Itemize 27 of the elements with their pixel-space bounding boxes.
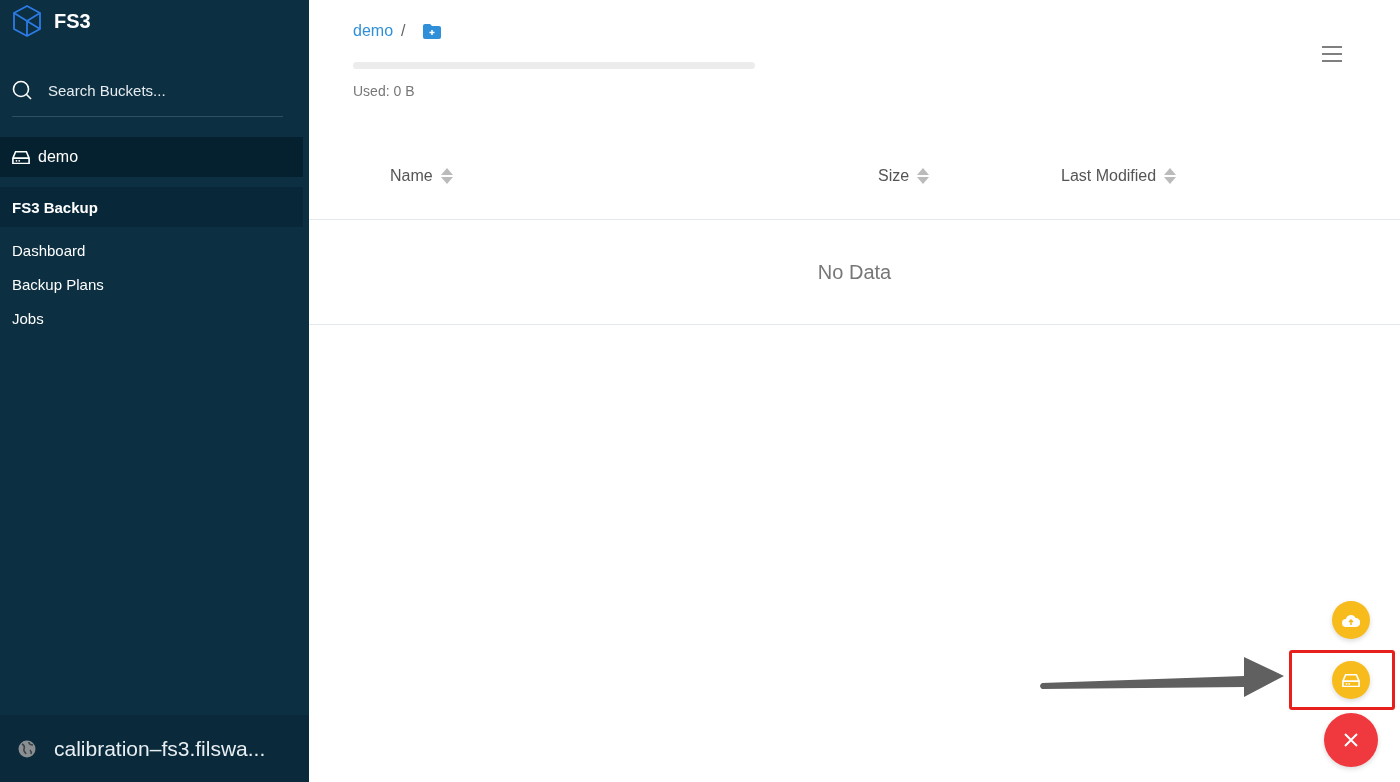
bucket-label: demo xyxy=(38,148,79,166)
column-header[interactable]: Last Modified xyxy=(1061,167,1157,185)
sort-icon[interactable] xyxy=(440,167,453,185)
app-logo-text: FS3 xyxy=(54,9,91,33)
sort-icon[interactable] xyxy=(1164,167,1177,185)
search-icon xyxy=(12,80,32,100)
nav-item[interactable]: Jobs xyxy=(12,309,297,329)
breadcrumb-separator: / xyxy=(401,22,406,40)
nav-item[interactable]: Dashboard xyxy=(12,241,297,261)
drive-icon xyxy=(12,149,30,165)
endpoint-text: calibration–fs3.filswa... xyxy=(54,736,266,761)
column-header[interactable]: Size xyxy=(878,167,910,185)
cloud-upload-icon xyxy=(1342,613,1360,627)
breadcrumb-link[interactable]: demo xyxy=(353,22,394,40)
nav-item[interactable]: Backup Plans xyxy=(12,275,297,295)
cube-logo-icon xyxy=(12,4,42,38)
close-icon xyxy=(1344,733,1358,747)
storage-used-text: Used: 0 B xyxy=(353,83,416,99)
column-header[interactable]: Name xyxy=(390,167,433,185)
bucket-item[interactable]: demo xyxy=(0,137,303,177)
search-field[interactable]: Search Buckets... xyxy=(46,80,283,100)
new-folder-icon[interactable] xyxy=(423,23,442,39)
drive-icon xyxy=(1342,672,1360,688)
globe-icon xyxy=(18,739,36,758)
empty-table-text: No Data xyxy=(309,220,1400,325)
sort-icon[interactable] xyxy=(917,167,930,185)
section-header: FS3 Backup xyxy=(0,187,303,227)
